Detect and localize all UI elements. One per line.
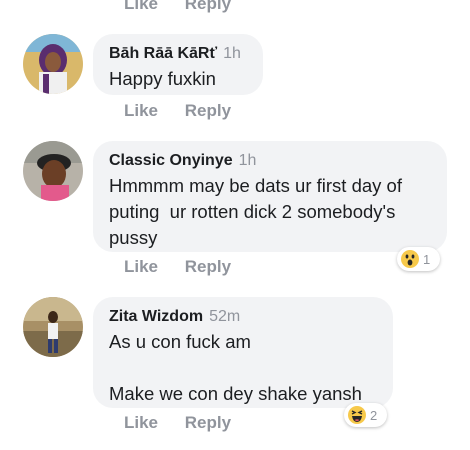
like-link[interactable]: Like [124, 101, 158, 120]
comment-bubble: Classic Onyinye 1h Hmmmm may be dats ur f… [93, 141, 447, 252]
reaction-count: 2 [370, 407, 378, 423]
reply-link[interactable]: Reply [185, 413, 231, 432]
reaction-badge[interactable]: 2 [344, 403, 387, 427]
comment-time[interactable]: 52m [209, 308, 240, 325]
comment-actions-previous: Like Reply [124, 0, 253, 14]
haha-icon [348, 406, 366, 424]
comment-author[interactable]: Bāh Rāā KāRť [109, 45, 217, 62]
like-link[interactable]: Like [124, 0, 158, 13]
reply-link[interactable]: Reply [185, 257, 231, 276]
reaction-count: 1 [423, 251, 431, 267]
comment-bubble: Bāh Rāā KāRť 1h Happy fuxkin [93, 34, 263, 95]
wow-icon [401, 250, 419, 268]
comment-actions: Like Reply [124, 413, 253, 433]
comment-author[interactable]: Zita Wizdom [109, 308, 203, 325]
comment-author[interactable]: Classic Onyinye [109, 152, 233, 169]
like-link[interactable]: Like [124, 257, 158, 276]
reply-link[interactable]: Reply [185, 101, 231, 120]
avatar[interactable] [23, 297, 83, 357]
reply-link[interactable]: Reply [185, 0, 231, 13]
like-link[interactable]: Like [124, 413, 158, 432]
comment-time[interactable]: 1h [239, 152, 257, 169]
comment-bubble: Zita Wizdom 52m As u con fuck am Make we … [93, 297, 393, 408]
comment-text: Happy fuxkin [109, 68, 216, 89]
comment-time[interactable]: 1h [223, 45, 241, 62]
avatar[interactable] [23, 34, 83, 94]
comment-actions: Like Reply [124, 101, 253, 121]
comment-text: Hmmmm may be dats ur first day of puting… [109, 175, 408, 248]
reaction-badge[interactable]: 1 [397, 247, 440, 271]
comment-text: As u con fuck am Make we con dey shake y… [109, 331, 362, 404]
avatar[interactable] [23, 141, 83, 201]
comment-actions: Like Reply [124, 257, 253, 277]
